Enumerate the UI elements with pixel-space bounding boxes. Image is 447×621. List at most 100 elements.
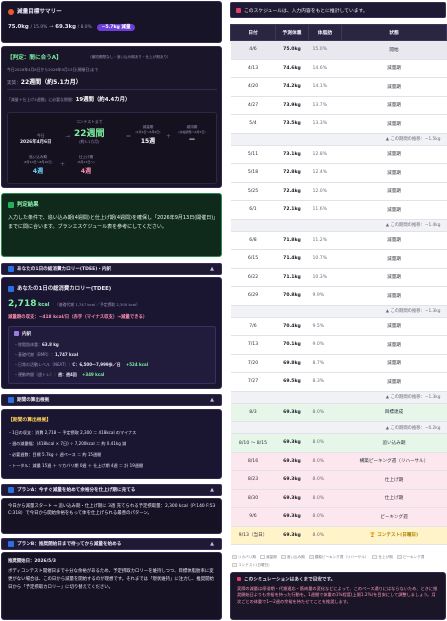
breakdown-label: ・日常の活動レベル（NEAT）： xyxy=(14,362,73,367)
cell-date: 7/13 xyxy=(230,335,276,355)
cell-weight: 69.5kg xyxy=(275,372,309,392)
period-summary: ▲ この期間の推移：−1.5kg xyxy=(230,133,447,146)
check-icon xyxy=(8,201,14,208)
table-row: 8/16 69.3kg 8.0% 構築ピーキング週（リハーサル） xyxy=(230,452,447,471)
start-pct: / 15.0% xyxy=(30,25,48,30)
table-row: 6/29 70.8kg 9.9% 減量期 xyxy=(230,286,447,306)
col-header-fat: 体脂肪 xyxy=(308,24,342,41)
chart-icon xyxy=(8,266,14,272)
table-row: 6/8 71.8kg 11.2% 減量期 xyxy=(230,231,447,250)
table-row: 5/4 73.5kg 13.3% 減量期 xyxy=(230,114,447,134)
tdee-value: 2,718 xyxy=(8,299,37,309)
period-summary-row: ▲ この期間の推移：−1.5kg xyxy=(230,133,447,146)
target-weight: 69.3kg xyxy=(55,24,76,30)
chevron-up-icon[interactable]: ▲ xyxy=(210,266,214,272)
breakdown-title-row: 内訳 xyxy=(14,331,31,337)
cell-fat: 12.0% xyxy=(308,182,342,201)
chevron-up-icon[interactable]: ▲ xyxy=(210,397,214,403)
cell-status: ピーキング週 xyxy=(341,507,447,527)
tdee-unit: kcal xyxy=(38,302,50,308)
bottom-note-text: 実際の減量は停滞期・代謝適応・筋肉量の変化などによって、このペース通りにはならな… xyxy=(237,585,438,604)
judgement-card: 【判定：間に合うA】 （最短期間なし・追い込み期あり・仕上げ期あり） 今日202… xyxy=(1,46,222,188)
cell-status: 減量期 xyxy=(341,286,447,306)
target-icon xyxy=(8,8,14,15)
cell-date: 4/6 xyxy=(230,40,276,60)
list-icon xyxy=(8,397,14,403)
breakdown-extra: +349 kcal xyxy=(82,372,105,377)
cell-fat: 13.3% xyxy=(308,114,342,134)
schedule-table: 日付 予測体重 体脂肪 状態 4/6 75.0kg 15.0% 開始 4/13 74.6k… xyxy=(230,24,447,545)
result-text: 入力した条件で、追い込み期(4週間)と仕上げ期(4週間)を確保し「2026年9月… xyxy=(8,215,216,230)
legend-swatch xyxy=(259,555,265,559)
table-row: 8/30 69.3kg 8.0% 仕上げ期 xyxy=(230,489,447,508)
play-icon xyxy=(8,487,14,493)
legend-swatch xyxy=(280,555,286,559)
cell-status: 目標達成 xyxy=(341,403,447,422)
cell-fat: 14.6% xyxy=(308,59,342,78)
reduction-sub: (4月6日〜8月9日) xyxy=(135,130,161,134)
pin-icon xyxy=(236,7,241,13)
cell-weight: 70.4kg xyxy=(275,317,309,336)
cell-date: 6/8 xyxy=(230,231,276,250)
cell-date: 6/29 xyxy=(230,286,276,306)
cell-date: 7/27 xyxy=(230,372,276,392)
summary-title: 減量目標サマリー xyxy=(17,9,62,15)
breakdown-value: 週：週4回 xyxy=(58,372,77,377)
breakdown-value: 1,747 kcal xyxy=(54,352,79,357)
cell-weight: 69.3kg xyxy=(275,470,309,490)
col-header-status: 状態 xyxy=(341,24,447,41)
cell-date: 5/18 xyxy=(230,163,276,183)
cell-fat: 8.7% xyxy=(308,354,342,373)
cell-status: 減量期 xyxy=(341,59,447,78)
plan-a-header-label: プランA：今すぐ減量を始めて余裕分を仕上げ期に充てる xyxy=(17,488,136,493)
judgement-range: 今日2026年4月6日から2026年9月13日(開催日)まで xyxy=(7,67,99,72)
breakdown-box: 内訳 ・除脂肪体重：63.8 kg ・基礎代謝（BMR）：1,747 kcal … xyxy=(8,326,216,384)
breakdown-row: ・除脂肪体重：63.8 kg xyxy=(14,342,59,348)
cell-status: 減量期 xyxy=(341,182,447,201)
plan-a-text: 今日から減量スタート → 追い込み期・仕上げ期に 3週 充てられる予定摂取量：2… xyxy=(8,504,216,517)
summary-weights: 75.0kg / 15.0% → 69.3kg / 8.0% −5.7kg 減量 xyxy=(8,24,135,31)
cell-fat: 10.3% xyxy=(308,268,342,287)
cell-weight: 70.8kg xyxy=(275,286,309,306)
cell-status: 減量期 xyxy=(341,77,447,97)
cell-fat: 8.0% xyxy=(308,403,342,422)
tdee-value-row: 2,718 kcal （基礎代謝 1,747 kcal ／予定摂取 2,300 … xyxy=(8,299,140,309)
cell-date: 7/6 xyxy=(230,317,276,336)
cell-status: 開始 xyxy=(341,40,447,60)
chevron-up-icon[interactable]: ▲ xyxy=(210,487,214,493)
cell-status: 減量期 xyxy=(341,249,447,269)
cell-status: 🏆 コンテスト(日曜日) xyxy=(341,526,447,545)
cell-weight: 69.3kg xyxy=(275,526,309,545)
period-summary: ▲ この期間の推移：−1.3kg xyxy=(230,305,447,318)
cell-fat: 9.0% xyxy=(308,335,342,355)
table-row: 7/27 69.5kg 8.3% 減量期 xyxy=(230,372,447,392)
cell-date: 5/4 xyxy=(230,114,276,134)
start-weight: 75.0kg xyxy=(8,24,29,30)
plan-b-card: 推奨開始日：2026/5/3 ボディコンテスト開催日まで十分な余裕があるため、予… xyxy=(1,552,222,620)
contest-label: コンテストまで xyxy=(75,119,103,124)
notice-text: このスケジュールは、入力内容をもとに推計しています。 xyxy=(244,8,368,14)
table-row: 6/22 71.1kg 10.3% 減量期 xyxy=(230,268,447,287)
plan-a-card: 今日から減量スタート → 追い込み期・仕上げ期に 3週 充てられる予定摂取量：2… xyxy=(1,498,222,534)
cell-weight: 72.1kg xyxy=(275,200,309,220)
tdee-section-header[interactable]: あなたの1日の総消費カロリー(TDEE)・内訳 ▲ xyxy=(1,263,222,275)
chevron-up-icon[interactable]: ▲ xyxy=(210,541,214,547)
chart-icon xyxy=(8,285,14,292)
final-weeks: 4週 xyxy=(80,168,92,175)
cell-date: 9/13（当日） xyxy=(230,526,276,545)
calc-line: ・必要週数：目標 5.7kg ÷ 週ペース ＝ 約 15週間 xyxy=(8,452,102,457)
cell-fat: 8.3% xyxy=(308,372,342,392)
table-row: 5/25 72.4kg 12.0% 減量期 xyxy=(230,182,447,201)
cell-fat: 8.0% xyxy=(308,433,342,453)
final-sub: (8月23日〜) xyxy=(77,160,95,164)
calc-section-header[interactable]: 期間の算出根拠 ▲ xyxy=(1,394,222,406)
period-summary: ▲ この期間の推移：−1.3kg xyxy=(230,391,447,404)
plan-a-header[interactable]: プランA：今すぐ減量を始めて余裕分を仕上げ期に充てる ▲ xyxy=(1,484,222,496)
cell-status: 追い込み期 xyxy=(341,433,447,453)
legend-item: 仕上げ期 xyxy=(372,555,393,560)
divider xyxy=(7,89,217,90)
plan-b-header[interactable]: プランB：推奨開始日まで待ってから減量を始める ▲ xyxy=(1,538,222,550)
cell-date: 8/30 xyxy=(230,489,276,508)
rest-sub: (余裕調整〜6月5日) xyxy=(178,130,206,134)
cell-fat: 9.5% xyxy=(308,317,342,336)
